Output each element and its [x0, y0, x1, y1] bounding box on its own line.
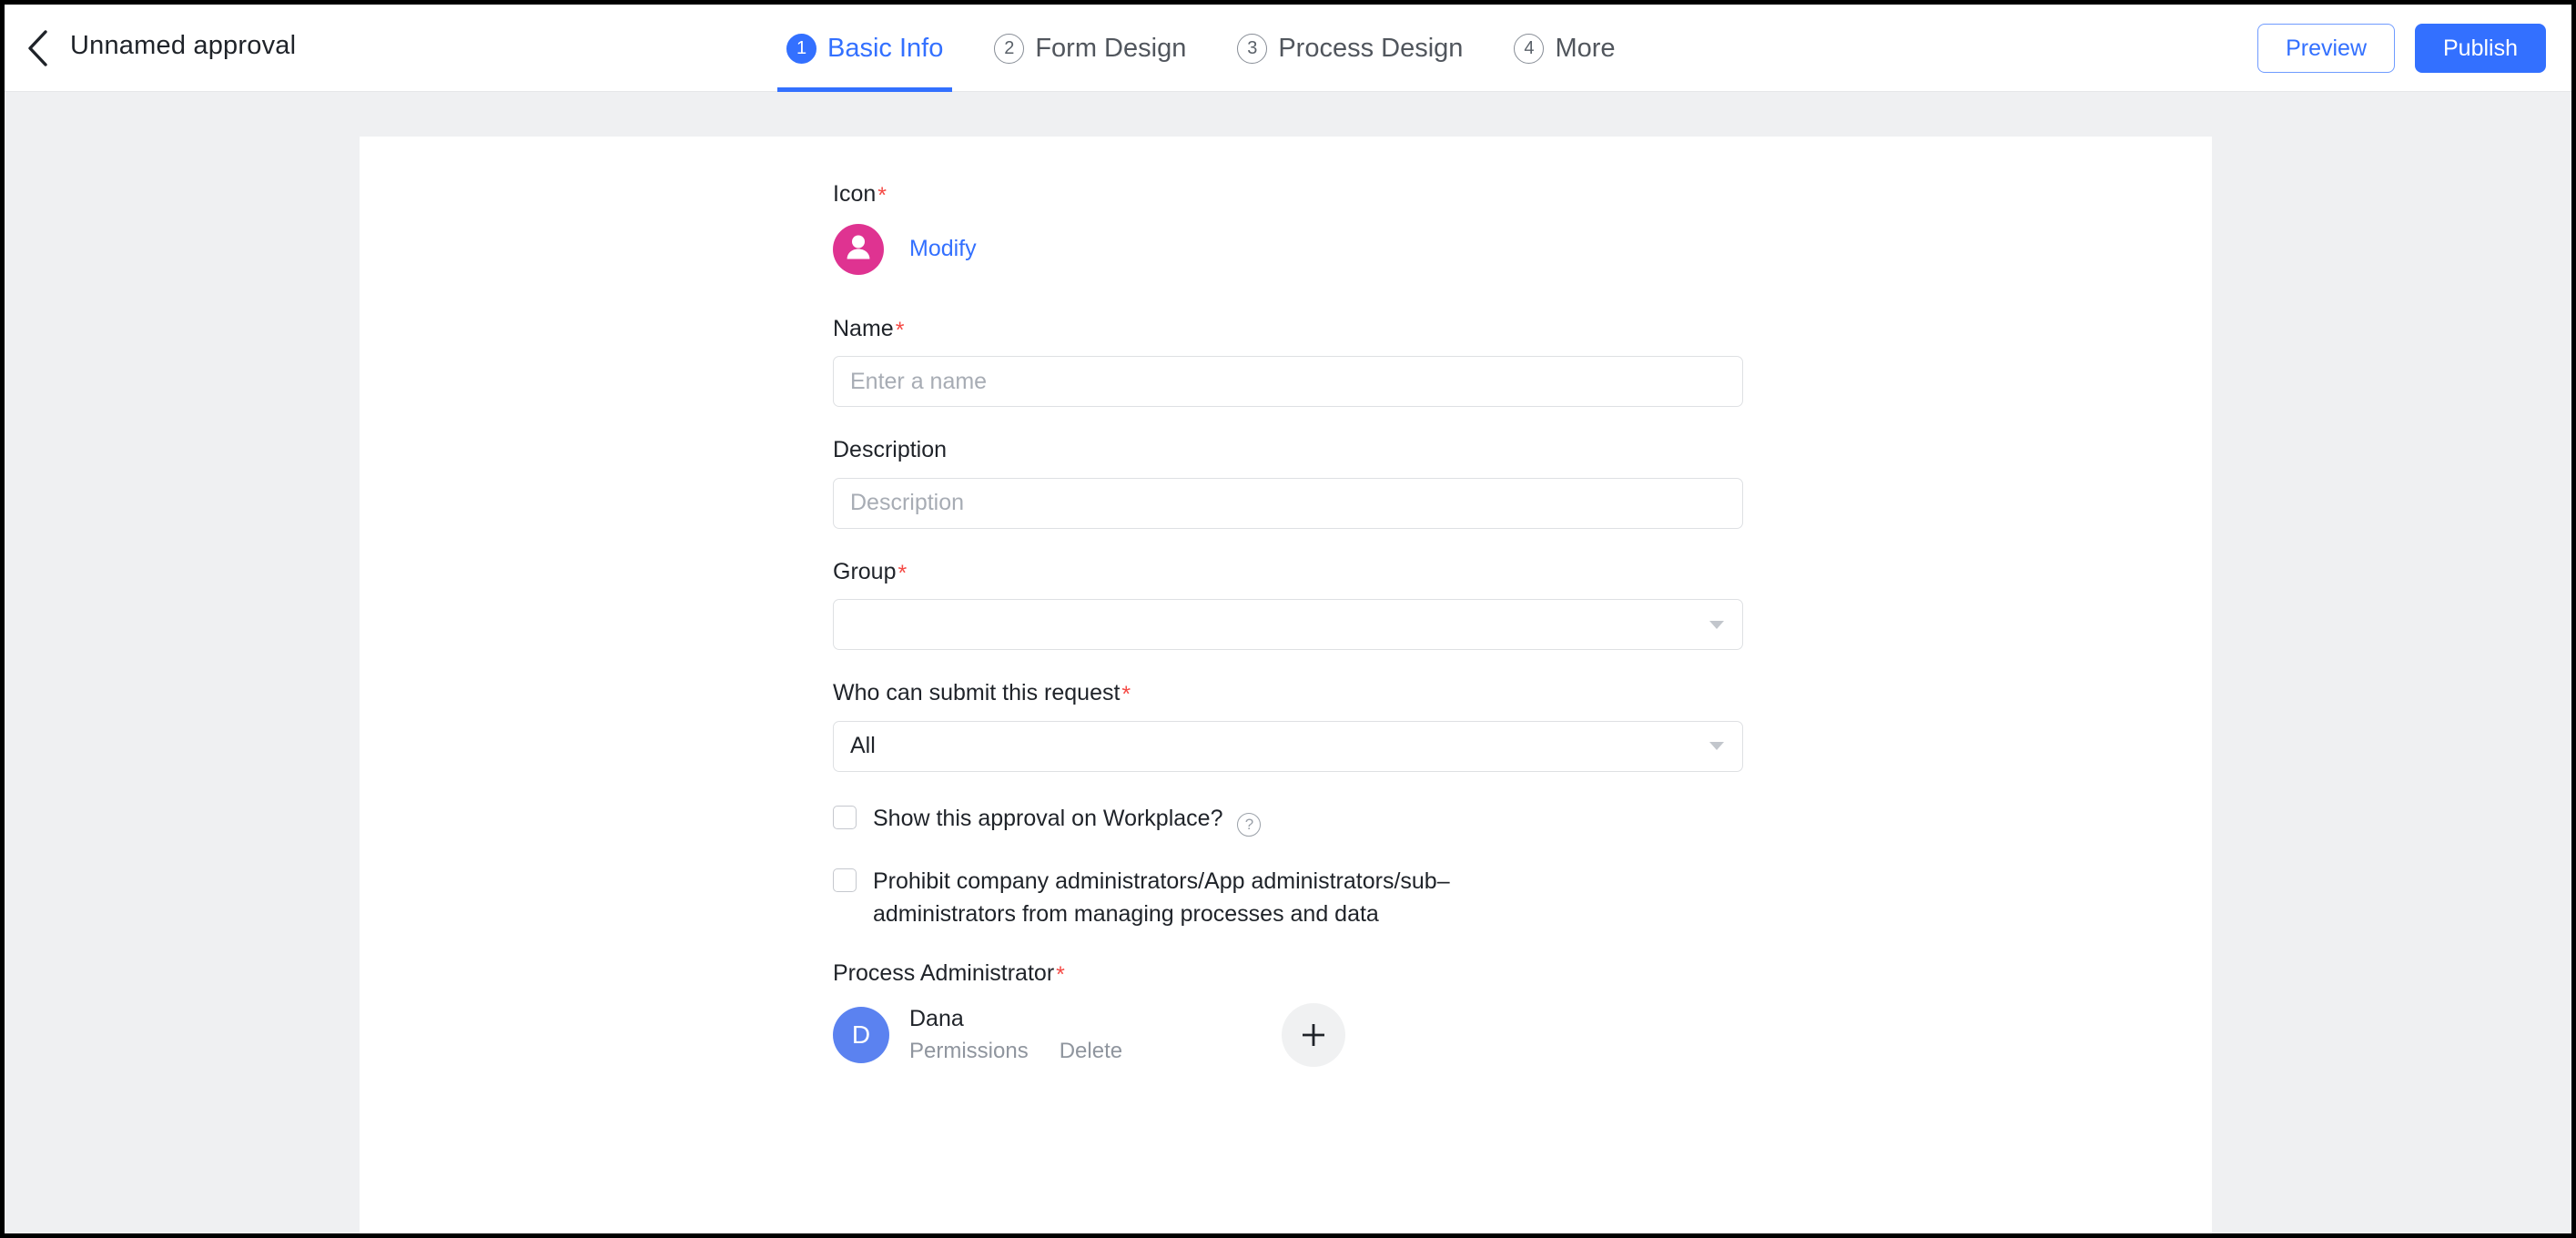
admin-name: Dana	[909, 1005, 964, 1031]
name-input[interactable]	[833, 356, 1743, 407]
chevron-down-icon	[1709, 620, 1724, 629]
tab-label-form-design: Form Design	[1035, 33, 1187, 63]
chevron-left-icon	[25, 29, 49, 67]
back-button[interactable]	[14, 25, 61, 72]
tab-basic-info[interactable]: 1 Basic Info	[776, 5, 953, 92]
group-label: Group	[833, 558, 897, 584]
name-label-row: Name *	[833, 315, 1743, 343]
admin-permissions-link[interactable]: Permissions	[909, 1039, 1029, 1064]
top-header: Unnamed approval 1 Basic Info 2 Form Des…	[5, 5, 2571, 92]
help-icon[interactable]: ?	[1237, 812, 1262, 837]
prohibit-admins-checkbox[interactable]	[833, 868, 857, 892]
field-description: Description	[833, 437, 1743, 529]
plus-icon	[1300, 1021, 1327, 1049]
admin-actions: Permissions Delete	[909, 1039, 1122, 1064]
show-on-workplace-checkbox[interactable]	[833, 805, 857, 829]
field-icon: Icon * Modify	[833, 181, 1743, 275]
show-on-workplace-label: Show this approval on Workplace??	[873, 803, 1262, 837]
group-label-row: Group *	[833, 558, 1743, 586]
process-administrator-label: Process Administrator	[833, 960, 1055, 986]
icon-label: Icon	[833, 181, 877, 207]
tab-label-basic-info: Basic Info	[827, 33, 944, 63]
step-tabs: 1 Basic Info 2 Form Design 3 Process Des…	[776, 5, 1619, 92]
prohibit-admins-label: Prohibit company administrators/App admi…	[873, 868, 1450, 927]
add-administrator-button[interactable]	[1282, 1002, 1346, 1067]
tab-number-3: 3	[1237, 33, 1268, 64]
content-card: Icon * Modify Name * Enter a name Descri…	[360, 137, 2212, 1233]
avatar: D	[833, 1006, 889, 1063]
header-actions: Preview Publish	[2257, 24, 2546, 73]
admin-meta: Dana Permissions Delete	[909, 1006, 1122, 1064]
tab-form-design[interactable]: 2 Form Design	[990, 5, 1190, 92]
preview-button[interactable]: Preview	[2257, 24, 2395, 73]
who-can-submit-value: All	[850, 733, 876, 758]
name-required-mark: *	[895, 317, 905, 343]
tab-number-1: 1	[786, 33, 816, 64]
field-name: Name *	[833, 315, 1743, 407]
admin-delete-link[interactable]: Delete	[1060, 1039, 1122, 1064]
tab-more[interactable]: 4 More	[1510, 5, 1618, 92]
tab-label-process-design: Process Design	[1278, 33, 1464, 63]
who-can-submit-label: Who can submit this request	[833, 680, 1121, 705]
tab-label-more: More	[1555, 33, 1616, 63]
description-label: Description	[833, 437, 948, 462]
prohibit-admins-row[interactable]: Prohibit company administrators/App admi…	[833, 866, 1743, 930]
name-label: Name	[833, 315, 894, 341]
process-administrator-required-mark: *	[1056, 962, 1065, 988]
icon-row: Modify	[833, 223, 1743, 275]
field-process-administrator: Process Administrator * D Dana Permissio…	[833, 960, 1743, 1067]
admin-list: D Dana Permissions Delete	[833, 1002, 1743, 1067]
page-title: Unnamed approval	[70, 31, 297, 60]
who-can-submit-label-row: Who can submit this request *	[833, 680, 1743, 707]
field-who-can-submit: Who can submit this request * All	[833, 680, 1743, 772]
show-on-workplace-row[interactable]: Show this approval on Workplace??	[833, 803, 1743, 837]
icon-label-row: Icon *	[833, 181, 1743, 208]
tab-process-design[interactable]: 3 Process Design	[1233, 5, 1466, 92]
basic-info-form: Icon * Modify Name * Enter a name Descri…	[833, 181, 1743, 1067]
description-input[interactable]	[833, 477, 1743, 529]
publish-button[interactable]: Publish	[2415, 24, 2546, 73]
tab-number-2: 2	[994, 33, 1025, 64]
icon-required-mark: *	[877, 183, 887, 208]
description-label-row: Description	[833, 437, 1743, 463]
who-can-submit-select[interactable]: All	[833, 720, 1743, 772]
modify-icon-link[interactable]: Modify	[909, 236, 977, 262]
group-required-mark: *	[898, 560, 908, 586]
app-icon-preview[interactable]	[833, 223, 884, 275]
chevron-down-icon	[1709, 742, 1724, 750]
process-administrator-label-row: Process Administrator *	[833, 960, 1743, 988]
app-window: Unnamed approval 1 Basic Info 2 Form Des…	[0, 0, 2576, 1238]
who-can-submit-required-mark: *	[1121, 682, 1131, 707]
group-select[interactable]	[833, 599, 1743, 650]
person-icon	[843, 231, 874, 267]
field-group: Group *	[833, 558, 1743, 650]
tab-number-4: 4	[1514, 33, 1545, 64]
